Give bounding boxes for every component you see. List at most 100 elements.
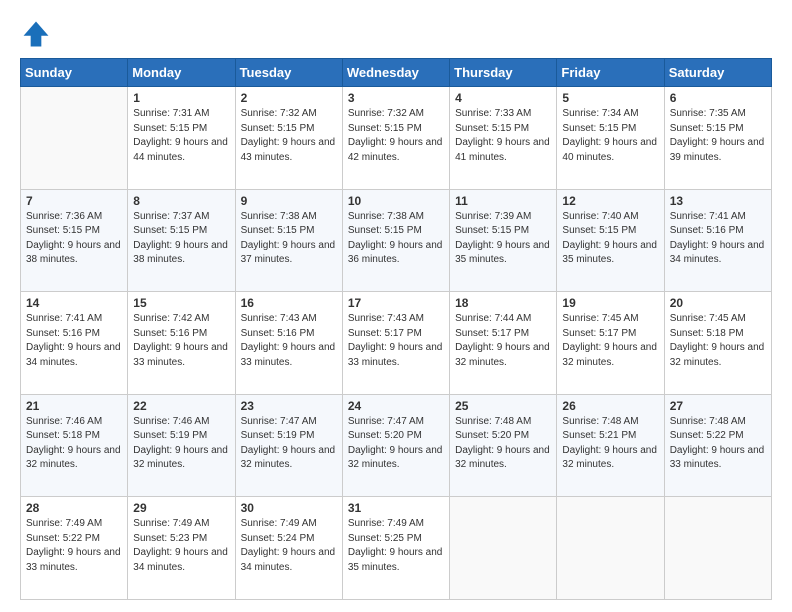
day-info: Sunrise: 7:33 AMSunset: 5:15 PMDaylight:… (455, 107, 551, 165)
calendar-cell: 20 Sunrise: 7:45 AMSunset: 5:18 PMDaylig… (664, 292, 771, 395)
calendar-cell: 5 Sunrise: 7:34 AMSunset: 5:15 PMDayligh… (557, 87, 664, 190)
weekday-header-friday: Friday (557, 59, 664, 87)
day-info: Sunrise: 7:40 AMSunset: 5:15 PMDaylight:… (562, 210, 658, 268)
logo-icon (20, 18, 52, 50)
calendar-cell: 12 Sunrise: 7:40 AMSunset: 5:15 PMDaylig… (557, 189, 664, 292)
calendar-cell: 10 Sunrise: 7:38 AMSunset: 5:15 PMDaylig… (342, 189, 449, 292)
day-number: 29 (133, 501, 229, 515)
weekday-header-tuesday: Tuesday (235, 59, 342, 87)
day-info: Sunrise: 7:49 AMSunset: 5:24 PMDaylight:… (241, 517, 337, 575)
day-number: 11 (455, 194, 551, 208)
calendar-cell: 11 Sunrise: 7:39 AMSunset: 5:15 PMDaylig… (450, 189, 557, 292)
day-number: 21 (26, 399, 122, 413)
day-number: 16 (241, 296, 337, 310)
day-info: Sunrise: 7:36 AMSunset: 5:15 PMDaylight:… (26, 210, 122, 268)
calendar-cell: 30 Sunrise: 7:49 AMSunset: 5:24 PMDaylig… (235, 497, 342, 600)
day-info: Sunrise: 7:48 AMSunset: 5:20 PMDaylight:… (455, 415, 551, 473)
day-number: 1 (133, 91, 229, 105)
day-info: Sunrise: 7:45 AMSunset: 5:18 PMDaylight:… (670, 312, 766, 370)
day-number: 17 (348, 296, 444, 310)
weekday-header-monday: Monday (128, 59, 235, 87)
day-number: 12 (562, 194, 658, 208)
weekday-header-sunday: Sunday (21, 59, 128, 87)
day-info: Sunrise: 7:46 AMSunset: 5:18 PMDaylight:… (26, 415, 122, 473)
day-number: 10 (348, 194, 444, 208)
day-number: 18 (455, 296, 551, 310)
calendar-cell: 6 Sunrise: 7:35 AMSunset: 5:15 PMDayligh… (664, 87, 771, 190)
calendar-cell: 15 Sunrise: 7:42 AMSunset: 5:16 PMDaylig… (128, 292, 235, 395)
day-number: 24 (348, 399, 444, 413)
day-number: 23 (241, 399, 337, 413)
day-number: 30 (241, 501, 337, 515)
calendar-cell: 19 Sunrise: 7:45 AMSunset: 5:17 PMDaylig… (557, 292, 664, 395)
day-number: 5 (562, 91, 658, 105)
page: SundayMondayTuesdayWednesdayThursdayFrid… (0, 0, 792, 612)
calendar-cell: 29 Sunrise: 7:49 AMSunset: 5:23 PMDaylig… (128, 497, 235, 600)
week-row-0: 1 Sunrise: 7:31 AMSunset: 5:15 PMDayligh… (21, 87, 772, 190)
calendar-cell: 7 Sunrise: 7:36 AMSunset: 5:15 PMDayligh… (21, 189, 128, 292)
day-number: 2 (241, 91, 337, 105)
calendar-cell: 16 Sunrise: 7:43 AMSunset: 5:16 PMDaylig… (235, 292, 342, 395)
day-number: 20 (670, 296, 766, 310)
calendar-table: SundayMondayTuesdayWednesdayThursdayFrid… (20, 58, 772, 600)
day-number: 28 (26, 501, 122, 515)
day-number: 27 (670, 399, 766, 413)
calendar-cell: 3 Sunrise: 7:32 AMSunset: 5:15 PMDayligh… (342, 87, 449, 190)
day-info: Sunrise: 7:44 AMSunset: 5:17 PMDaylight:… (455, 312, 551, 370)
header (20, 18, 772, 50)
calendar-cell: 23 Sunrise: 7:47 AMSunset: 5:19 PMDaylig… (235, 394, 342, 497)
day-info: Sunrise: 7:35 AMSunset: 5:15 PMDaylight:… (670, 107, 766, 165)
day-info: Sunrise: 7:49 AMSunset: 5:23 PMDaylight:… (133, 517, 229, 575)
day-number: 3 (348, 91, 444, 105)
calendar-cell (450, 497, 557, 600)
day-number: 26 (562, 399, 658, 413)
calendar-cell: 21 Sunrise: 7:46 AMSunset: 5:18 PMDaylig… (21, 394, 128, 497)
calendar-cell: 1 Sunrise: 7:31 AMSunset: 5:15 PMDayligh… (128, 87, 235, 190)
day-info: Sunrise: 7:45 AMSunset: 5:17 PMDaylight:… (562, 312, 658, 370)
day-info: Sunrise: 7:49 AMSunset: 5:22 PMDaylight:… (26, 517, 122, 575)
day-info: Sunrise: 7:49 AMSunset: 5:25 PMDaylight:… (348, 517, 444, 575)
calendar-cell (557, 497, 664, 600)
logo (20, 18, 56, 50)
day-info: Sunrise: 7:47 AMSunset: 5:19 PMDaylight:… (241, 415, 337, 473)
weekday-header-wednesday: Wednesday (342, 59, 449, 87)
day-number: 9 (241, 194, 337, 208)
calendar-cell: 26 Sunrise: 7:48 AMSunset: 5:21 PMDaylig… (557, 394, 664, 497)
calendar-cell: 25 Sunrise: 7:48 AMSunset: 5:20 PMDaylig… (450, 394, 557, 497)
day-info: Sunrise: 7:32 AMSunset: 5:15 PMDaylight:… (241, 107, 337, 165)
weekday-header-row: SundayMondayTuesdayWednesdayThursdayFrid… (21, 59, 772, 87)
calendar-cell: 17 Sunrise: 7:43 AMSunset: 5:17 PMDaylig… (342, 292, 449, 395)
day-number: 15 (133, 296, 229, 310)
day-info: Sunrise: 7:42 AMSunset: 5:16 PMDaylight:… (133, 312, 229, 370)
day-info: Sunrise: 7:38 AMSunset: 5:15 PMDaylight:… (241, 210, 337, 268)
day-number: 13 (670, 194, 766, 208)
calendar-cell: 24 Sunrise: 7:47 AMSunset: 5:20 PMDaylig… (342, 394, 449, 497)
day-info: Sunrise: 7:31 AMSunset: 5:15 PMDaylight:… (133, 107, 229, 165)
day-info: Sunrise: 7:39 AMSunset: 5:15 PMDaylight:… (455, 210, 551, 268)
day-info: Sunrise: 7:43 AMSunset: 5:17 PMDaylight:… (348, 312, 444, 370)
calendar-cell: 22 Sunrise: 7:46 AMSunset: 5:19 PMDaylig… (128, 394, 235, 497)
day-number: 8 (133, 194, 229, 208)
day-info: Sunrise: 7:41 AMSunset: 5:16 PMDaylight:… (26, 312, 122, 370)
calendar-cell: 4 Sunrise: 7:33 AMSunset: 5:15 PMDayligh… (450, 87, 557, 190)
calendar-cell: 18 Sunrise: 7:44 AMSunset: 5:17 PMDaylig… (450, 292, 557, 395)
calendar-cell: 9 Sunrise: 7:38 AMSunset: 5:15 PMDayligh… (235, 189, 342, 292)
calendar-cell: 14 Sunrise: 7:41 AMSunset: 5:16 PMDaylig… (21, 292, 128, 395)
day-number: 14 (26, 296, 122, 310)
day-info: Sunrise: 7:47 AMSunset: 5:20 PMDaylight:… (348, 415, 444, 473)
day-info: Sunrise: 7:43 AMSunset: 5:16 PMDaylight:… (241, 312, 337, 370)
calendar-cell: 28 Sunrise: 7:49 AMSunset: 5:22 PMDaylig… (21, 497, 128, 600)
day-info: Sunrise: 7:38 AMSunset: 5:15 PMDaylight:… (348, 210, 444, 268)
calendar-cell: 27 Sunrise: 7:48 AMSunset: 5:22 PMDaylig… (664, 394, 771, 497)
week-row-2: 14 Sunrise: 7:41 AMSunset: 5:16 PMDaylig… (21, 292, 772, 395)
calendar-cell: 8 Sunrise: 7:37 AMSunset: 5:15 PMDayligh… (128, 189, 235, 292)
day-number: 4 (455, 91, 551, 105)
day-number: 22 (133, 399, 229, 413)
calendar-cell (21, 87, 128, 190)
day-number: 19 (562, 296, 658, 310)
weekday-header-saturday: Saturday (664, 59, 771, 87)
day-info: Sunrise: 7:41 AMSunset: 5:16 PMDaylight:… (670, 210, 766, 268)
day-info: Sunrise: 7:32 AMSunset: 5:15 PMDaylight:… (348, 107, 444, 165)
day-number: 31 (348, 501, 444, 515)
day-number: 6 (670, 91, 766, 105)
